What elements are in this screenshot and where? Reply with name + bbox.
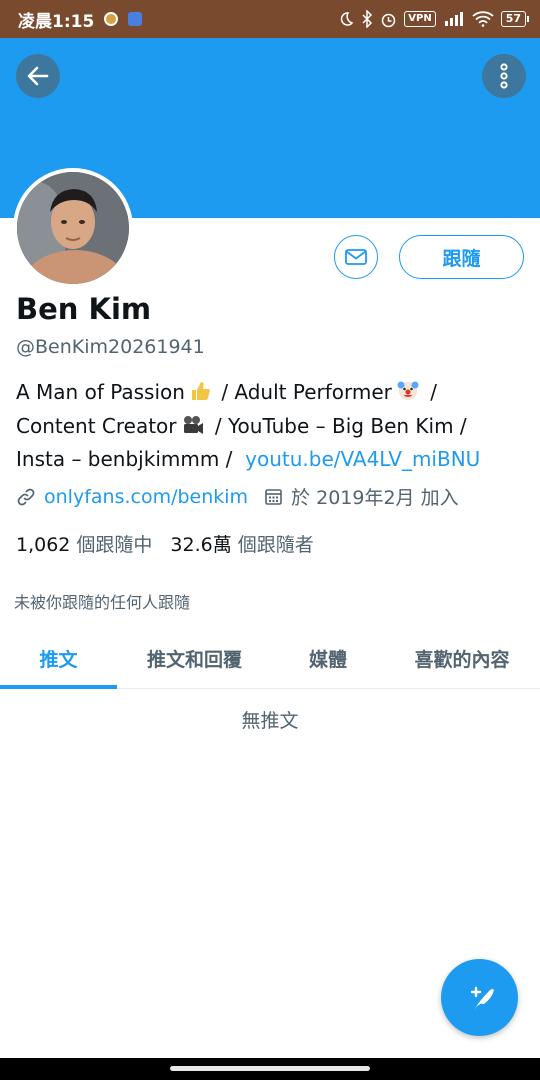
bio-youtube-link[interactable]: youtu.be/VA4LV_miBNU	[245, 447, 480, 471]
not-followed-notice: 未被你跟隨的任何人跟隨	[14, 593, 191, 612]
compose-tweet-button[interactable]	[441, 959, 518, 1036]
bio-text: Content Creator	[16, 413, 177, 438]
bio-text: /	[430, 380, 438, 404]
follow-counts: 1,062 個跟隨中 32.6萬 個跟隨者	[16, 530, 314, 557]
media-notification-icon	[104, 12, 119, 26]
bio-text: / YouTube – Big Ben Kim /	[214, 413, 467, 438]
bio-text: A Man of Passion	[16, 380, 185, 404]
more-options-button[interactable]	[482, 54, 526, 98]
clown-face-icon	[396, 378, 420, 411]
profile-bio: A Man of Passion / Adult Performer / Con…	[16, 377, 526, 475]
profile-tabs: 推文 推文和回覆 媒體 喜歡的內容	[0, 628, 540, 689]
bluetooth-icon	[362, 10, 373, 28]
followers-link[interactable]: 32.6萬 個跟隨者	[170, 534, 313, 556]
status-indicators: VPN 57	[338, 10, 530, 28]
followers-count: 32.6萬	[170, 534, 232, 556]
bio-line-2: Content Creator / YouTube – Big Ben Kim …	[16, 411, 526, 445]
following-label: 個跟隨中	[76, 534, 153, 556]
following-count: 1,062	[16, 534, 71, 556]
battery-indicator: 57	[500, 11, 530, 27]
follow-button[interactable]: 跟隨	[399, 235, 524, 279]
tab-tweets[interactable]: 推文	[0, 628, 117, 689]
system-navigation-bar	[0, 1058, 540, 1080]
home-indicator[interactable]	[170, 1066, 370, 1071]
movie-camera-icon	[181, 414, 205, 445]
profile-handle: @BenKim20261941	[16, 336, 205, 358]
joined-date: 於 2019年2月 加入	[291, 487, 459, 509]
wifi-icon	[472, 11, 494, 27]
avatar-photo	[17, 172, 129, 284]
tab-media[interactable]: 媒體	[272, 628, 384, 688]
empty-state-text: 無推文	[241, 710, 299, 732]
more-vertical-icon	[500, 63, 508, 89]
arrow-left-icon	[27, 66, 49, 86]
followers-label: 個跟隨者	[237, 534, 314, 556]
tab-tweets-and-replies[interactable]: 推文和回覆	[117, 628, 272, 688]
profile-name: Ben Kim	[16, 292, 152, 326]
message-button[interactable]	[334, 235, 378, 279]
cellular-signal-icon	[444, 12, 463, 26]
status-time: 凌晨1:15	[18, 11, 95, 32]
bio-line-1: A Man of Passion / Adult Performer /	[16, 377, 526, 411]
vpn-badge: VPN	[404, 11, 436, 27]
following-link[interactable]: 1,062 個跟隨中	[16, 534, 152, 556]
profile-website-link[interactable]: onlyfans.com/benkim	[44, 486, 248, 508]
calendar-icon	[265, 489, 282, 505]
bio-line-3: Insta – benbjkimmm / youtu.be/VA4LV_miBN…	[16, 444, 526, 475]
link-icon	[17, 488, 35, 505]
avatar-image	[17, 172, 129, 284]
profile-meta: onlyfans.com/benkim 於 2019年2月 加入	[16, 483, 459, 510]
status-bar: 凌晨1:15 VPN 57	[0, 0, 540, 38]
tab-likes[interactable]: 喜歡的內容	[384, 628, 540, 688]
back-button[interactable]	[16, 54, 60, 98]
shield-notification-icon	[128, 12, 143, 26]
bio-text: Insta – benbjkimmm /	[16, 447, 233, 471]
bio-text: / Adult Performer	[221, 380, 392, 404]
moon-icon	[341, 12, 354, 26]
feather-plus-icon	[470, 986, 494, 1010]
profile-avatar[interactable]	[13, 168, 133, 288]
alarm-icon	[382, 13, 396, 27]
envelope-icon	[345, 249, 367, 265]
thumbs-up-icon	[189, 380, 211, 411]
